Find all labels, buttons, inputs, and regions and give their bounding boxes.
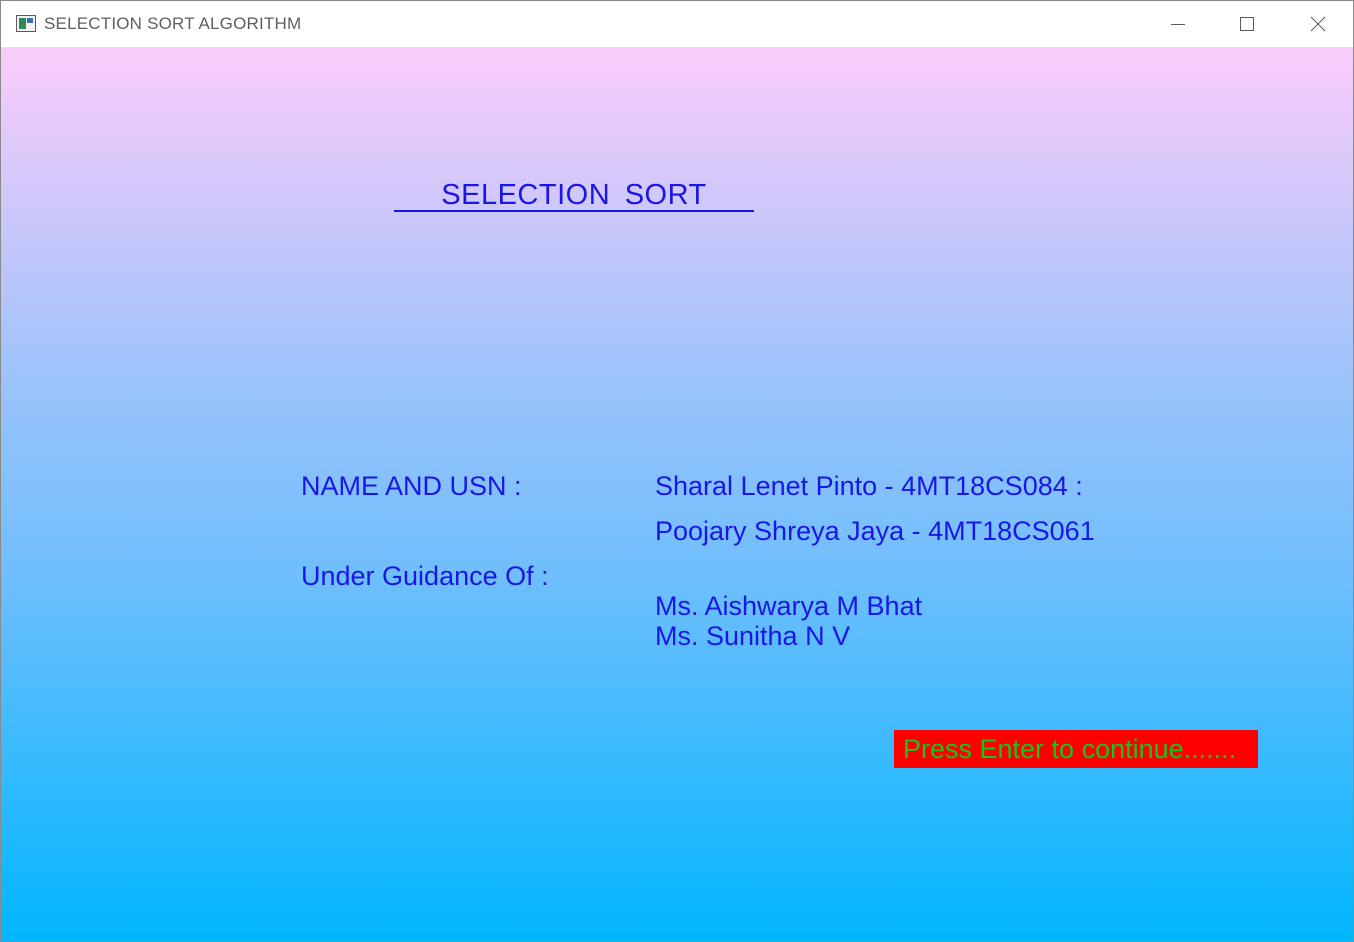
guidance-label: Under Guidance Of :	[301, 561, 549, 592]
close-button[interactable]	[1285, 1, 1351, 47]
student-name-usn: Poojary Shreya Jaya - 4MT18CS061	[655, 516, 1095, 547]
minimize-icon	[1170, 16, 1186, 32]
heading-underline	[394, 210, 754, 212]
application-window-icon[interactable]	[16, 15, 36, 32]
close-icon	[1310, 16, 1326, 32]
page-heading: SELECTION SORT	[394, 179, 754, 212]
guide-name: Ms. Sunitha N V	[655, 621, 850, 652]
maximize-button[interactable]	[1214, 1, 1280, 47]
continue-prompt-text: Press Enter to continue.......	[903, 734, 1236, 765]
continue-prompt: Press Enter to continue.......	[894, 730, 1258, 768]
name-usn-label: NAME AND USN :	[301, 471, 522, 502]
student-name-usn: Sharal Lenet Pinto - 4MT18CS084 :	[655, 471, 1083, 502]
application-window: SELECTION SORT ALGORITHM SELECTION SORT …	[0, 0, 1354, 942]
opengl-canvas[interactable]: SELECTION SORT NAME AND USN : Sharal Len…	[1, 47, 1353, 942]
guide-name: Ms. Aishwarya M Bhat	[655, 591, 922, 622]
window-title: SELECTION SORT ALGORITHM	[44, 14, 301, 34]
title-bar[interactable]: SELECTION SORT ALGORITHM	[1, 1, 1353, 47]
minimize-button[interactable]	[1145, 1, 1211, 47]
maximize-icon	[1239, 16, 1255, 32]
